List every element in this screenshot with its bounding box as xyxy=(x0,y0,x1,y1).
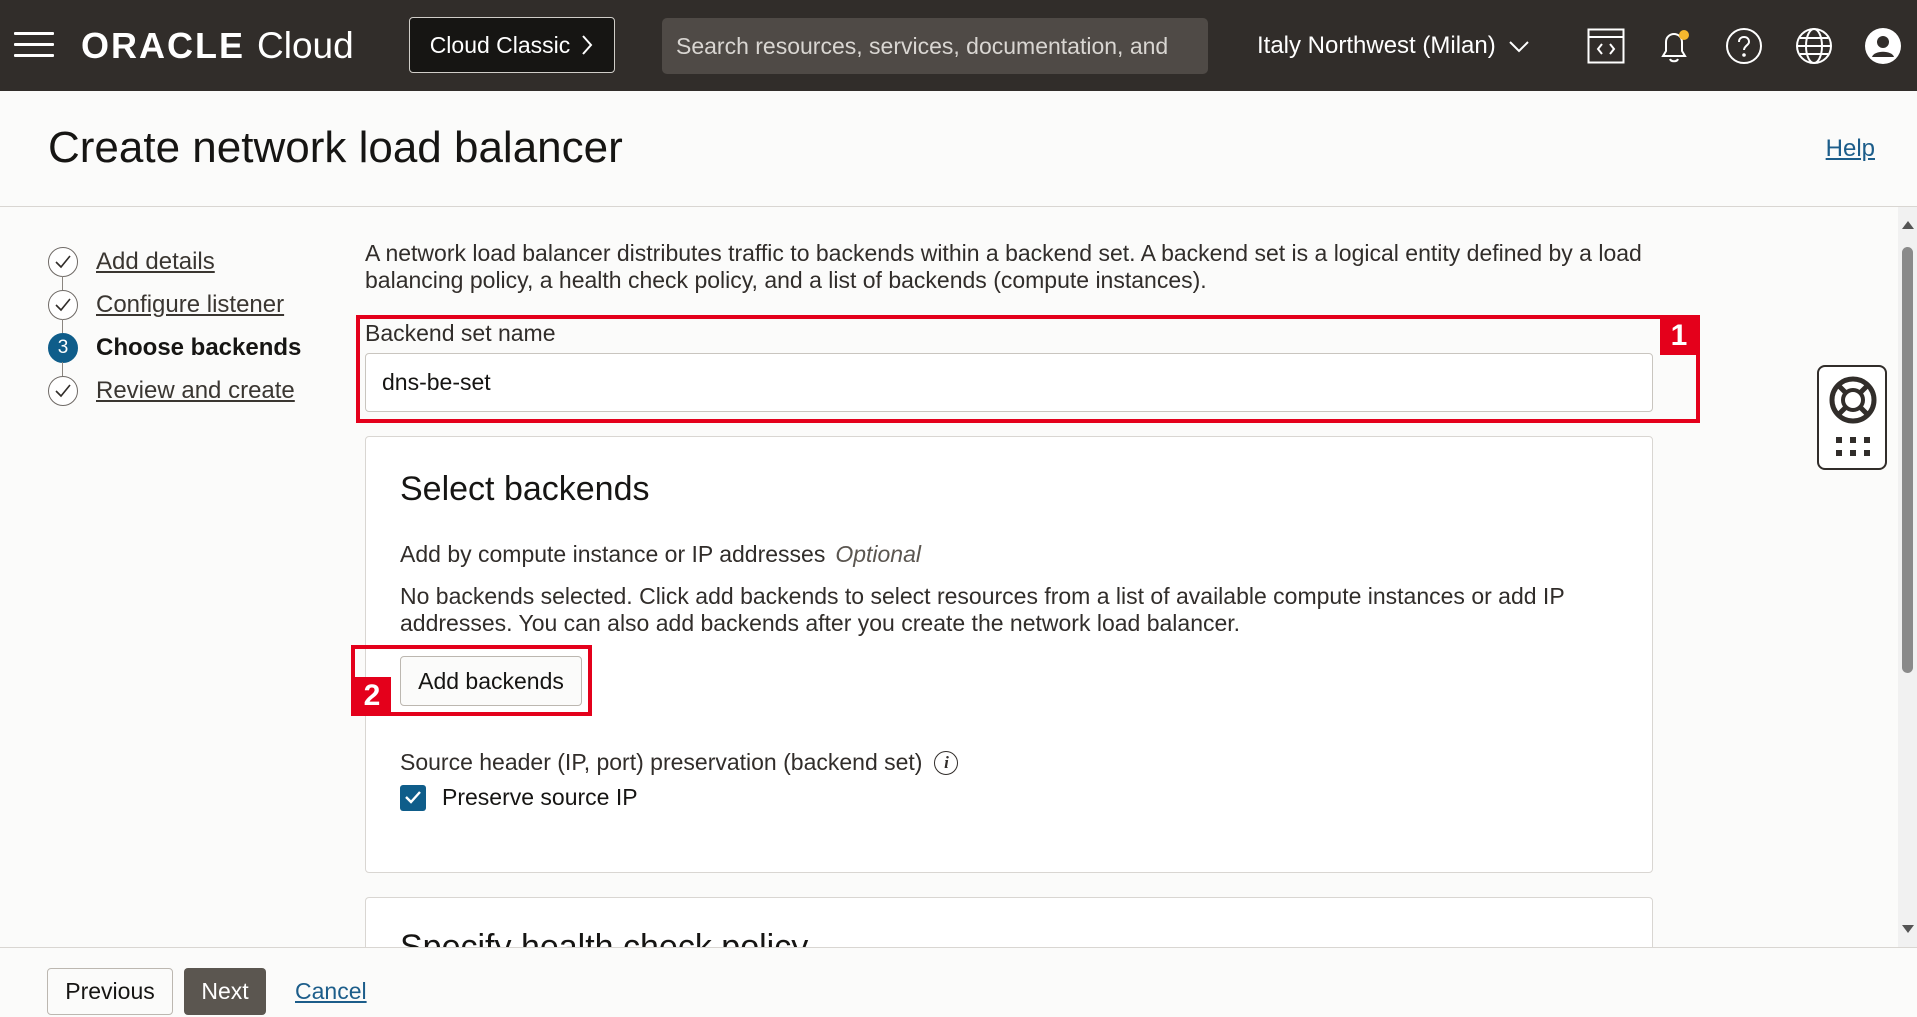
step-review-and-create[interactable]: Review and create xyxy=(48,369,301,412)
add-by-text: Add by compute instance or IP addresses xyxy=(400,541,826,567)
page-title: Create network load balancer xyxy=(48,123,623,172)
oracle-cloud-logo[interactable]: ORACLE Cloud xyxy=(81,25,354,66)
menu-icon[interactable] xyxy=(14,32,54,58)
help-link[interactable]: Help xyxy=(1826,135,1875,163)
wizard-steps: Add details Configure listener 3 Choose … xyxy=(48,240,301,412)
info-icon[interactable]: i xyxy=(934,750,959,775)
checkbox-checked-icon[interactable] xyxy=(400,784,426,811)
notifications-bell-icon[interactable] xyxy=(1654,26,1694,66)
scroll-up-arrow-icon[interactable] xyxy=(1902,221,1914,229)
region-selector[interactable]: Italy Northwest (Milan) xyxy=(1257,29,1530,63)
preservation-text: Source header (IP, port) preservation (b… xyxy=(400,749,923,775)
cancel-link[interactable]: Cancel xyxy=(295,978,367,1005)
next-button[interactable]: Next xyxy=(184,968,266,1015)
source-header-preservation-label: Source header (IP, port) preservation (b… xyxy=(400,749,959,776)
step-label: Choose backends xyxy=(96,333,302,361)
logo-cloud-text: Cloud xyxy=(257,25,354,66)
top-navigation-bar: ORACLE Cloud Cloud Classic Search resour… xyxy=(0,0,1917,91)
support-widget[interactable] xyxy=(1817,365,1887,470)
no-backends-description: No backends selected. Click add backends… xyxy=(400,583,1565,636)
chevron-down-icon xyxy=(1509,41,1529,53)
annotation-number-2: 2 xyxy=(353,677,391,715)
grid-dots-icon xyxy=(1836,437,1870,456)
scrollbar-thumb[interactable] xyxy=(1902,247,1913,673)
vertical-scrollbar[interactable] xyxy=(1898,207,1917,947)
step-choose-backends: 3 Choose backends xyxy=(48,326,302,376)
scroll-down-arrow-icon[interactable] xyxy=(1902,925,1914,933)
add-by-label: Add by compute instance or IP addresses O… xyxy=(400,541,921,568)
annotation-number-1: 1 xyxy=(1660,317,1698,355)
search-placeholder: Search resources, services, documentatio… xyxy=(676,32,1169,59)
previous-button[interactable]: Previous xyxy=(47,968,173,1015)
cloud-classic-button[interactable]: Cloud Classic xyxy=(409,17,615,73)
page-header: Create network load balancer Help xyxy=(0,91,1917,207)
intro-text: A network load balancer distributes traf… xyxy=(365,240,1642,293)
checkmark-icon xyxy=(48,246,78,277)
optional-tag: Optional xyxy=(835,541,921,567)
chevron-right-icon xyxy=(582,35,593,55)
step-add-details[interactable]: Add details xyxy=(48,240,301,290)
preserve-source-ip-label: Preserve source IP xyxy=(442,784,638,810)
step-label: Review and create xyxy=(96,376,295,404)
logo-oracle-text: ORACLE xyxy=(81,25,245,66)
user-profile-icon[interactable] xyxy=(1863,26,1903,66)
annotation-box-1 xyxy=(356,315,1700,423)
region-label: Italy Northwest (Milan) xyxy=(1257,32,1496,59)
help-icon[interactable] xyxy=(1724,26,1764,66)
search-input[interactable]: Search resources, services, documentatio… xyxy=(662,18,1208,74)
language-globe-icon[interactable] xyxy=(1794,26,1834,66)
cloud-shell-icon[interactable] xyxy=(1586,26,1626,66)
step-label: Configure listener xyxy=(96,290,285,318)
section-title: Select backends xyxy=(400,470,650,508)
wizard-footer: Previous Next Cancel xyxy=(0,947,1917,1017)
step-label: Add details xyxy=(96,247,215,275)
cloud-classic-label: Cloud Classic xyxy=(429,31,571,58)
checkmark-icon xyxy=(48,375,78,406)
checkmark-icon xyxy=(48,289,78,320)
step-configure-listener[interactable]: Configure listener xyxy=(48,283,301,333)
lifebuoy-icon xyxy=(1829,376,1877,424)
preserve-source-ip-checkbox-row[interactable]: Preserve source IP xyxy=(400,784,638,811)
step-number-badge: 3 xyxy=(48,332,78,363)
